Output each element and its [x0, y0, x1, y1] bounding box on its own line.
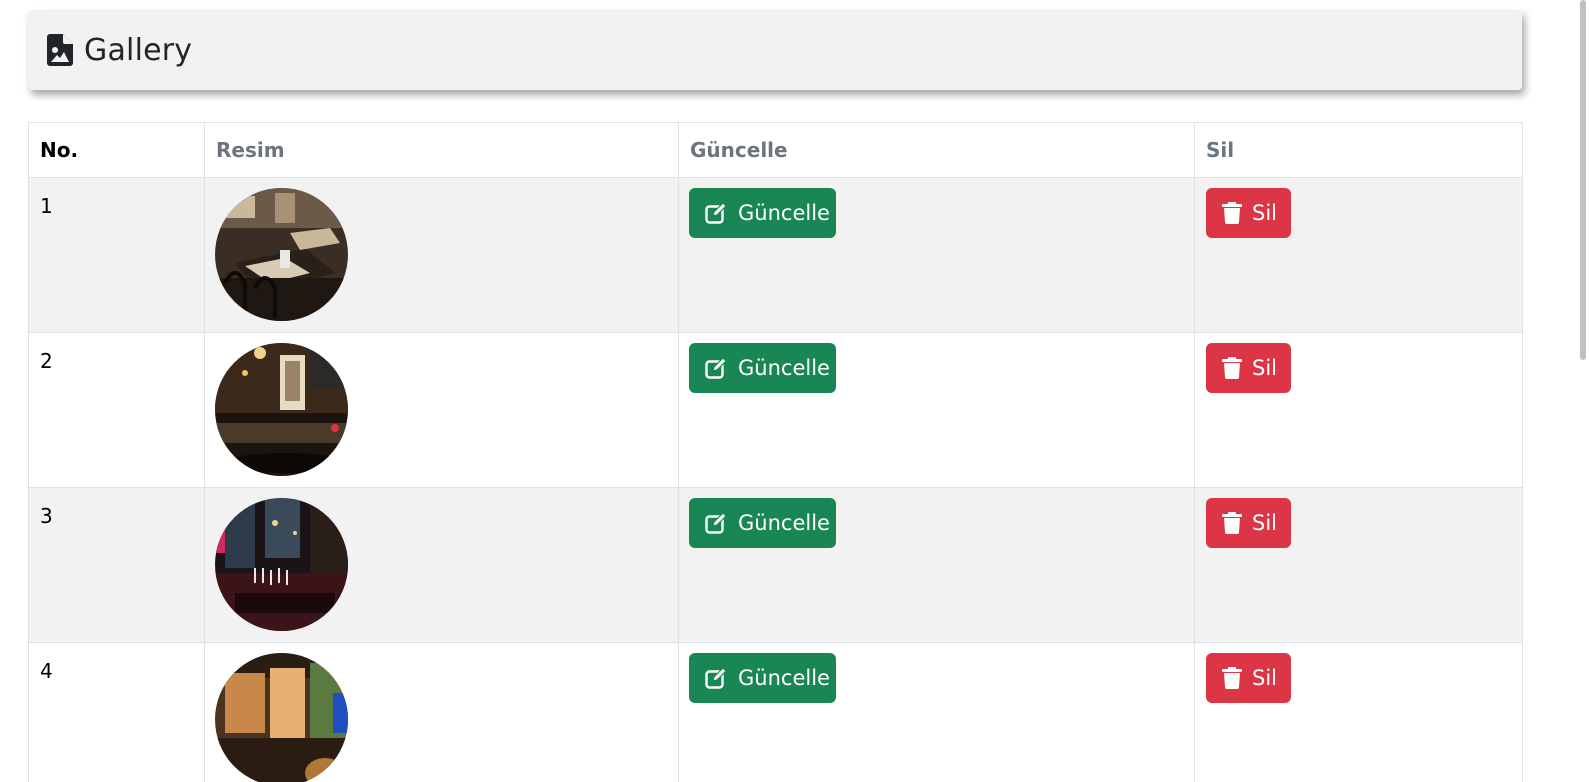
update-button[interactable]: Güncelle — [689, 498, 836, 548]
delete-button[interactable]: Sil — [1206, 188, 1291, 238]
delete-button-label: Sil — [1252, 356, 1277, 380]
table-row: 3 Güncelle Sil — [28, 487, 1523, 643]
scrollbar-thumb[interactable] — [1580, 0, 1586, 360]
update-button-label: Güncelle — [738, 511, 830, 535]
delete-button-label: Sil — [1252, 201, 1277, 225]
gallery-image-thumbnail[interactable] — [215, 653, 348, 782]
table-header: No. Resim Güncelle Sil — [28, 122, 1523, 178]
trash-icon — [1222, 667, 1242, 689]
column-header-delete: Sil — [1194, 122, 1523, 178]
table-row: 2 Güncelle Sil — [28, 332, 1523, 488]
delete-button[interactable]: Sil — [1206, 653, 1291, 703]
update-button[interactable]: Güncelle — [689, 188, 836, 238]
column-header-image: Resim — [204, 122, 679, 178]
update-button-label: Güncelle — [738, 201, 830, 225]
column-header-update: Güncelle — [678, 122, 1195, 178]
update-button[interactable]: Güncelle — [689, 343, 836, 393]
trash-icon — [1222, 202, 1242, 224]
update-button-label: Güncelle — [738, 666, 830, 690]
trash-icon — [1222, 357, 1242, 379]
update-button[interactable]: Güncelle — [689, 653, 836, 703]
page-title: Gallery — [84, 32, 193, 68]
edit-icon — [705, 512, 727, 534]
table-body: 1 Güncelle Sil 2 Güncelle Sil 3 Güncelle… — [28, 177, 1523, 782]
edit-icon — [705, 357, 727, 379]
gallery-table: No. Resim Güncelle Sil 1 Güncelle Sil 2 … — [28, 122, 1523, 782]
gallery-table-container: No. Resim Güncelle Sil 1 Güncelle Sil 2 … — [28, 122, 1523, 782]
table-row: 1 Güncelle Sil — [28, 177, 1523, 333]
gallery-image-thumbnail[interactable] — [215, 498, 348, 631]
vertical-scrollbar[interactable] — [1568, 0, 1590, 782]
row-number: 4 — [28, 642, 205, 782]
gallery-image-thumbnail[interactable] — [215, 343, 348, 476]
delete-button[interactable]: Sil — [1206, 343, 1291, 393]
delete-button[interactable]: Sil — [1206, 498, 1291, 548]
row-number: 2 — [28, 332, 205, 488]
column-header-no: No. — [28, 122, 205, 178]
edit-icon — [705, 202, 727, 224]
page-header: Gallery — [28, 10, 1522, 90]
file-image-icon — [47, 34, 73, 66]
gallery-page: Gallery No. Resim Güncelle Sil 1 Güncell… — [0, 0, 1590, 782]
edit-icon — [705, 667, 727, 689]
update-button-label: Güncelle — [738, 356, 830, 380]
delete-button-label: Sil — [1252, 511, 1277, 535]
row-number: 1 — [28, 177, 205, 333]
gallery-image-thumbnail[interactable] — [215, 188, 348, 321]
trash-icon — [1222, 512, 1242, 534]
row-number: 3 — [28, 487, 205, 643]
delete-button-label: Sil — [1252, 666, 1277, 690]
table-row: 4 Güncelle Sil — [28, 642, 1523, 782]
